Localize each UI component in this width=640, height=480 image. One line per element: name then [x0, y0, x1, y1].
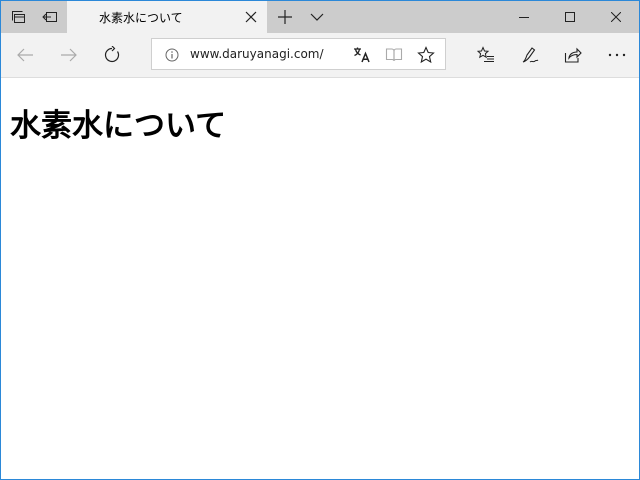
- tabs-aside-icon: [11, 9, 27, 25]
- tab-title: 水素水について: [99, 11, 183, 25]
- arrow-right-icon: [60, 47, 78, 63]
- maximize-icon: [565, 12, 575, 22]
- web-note-button[interactable]: [514, 39, 546, 71]
- set-aside-tabs-button[interactable]: [34, 1, 66, 33]
- refresh-icon: [103, 46, 121, 64]
- favorites-list-icon: [477, 46, 495, 64]
- more-button[interactable]: [601, 39, 633, 71]
- translate-button[interactable]: [350, 43, 374, 67]
- refresh-button[interactable]: [96, 39, 128, 71]
- page-content: 水素水について: [1, 78, 639, 479]
- page-heading: 水素水について: [10, 108, 227, 144]
- minimize-button[interactable]: [501, 1, 547, 33]
- ellipsis-icon: [608, 53, 626, 57]
- address-bar[interactable]: www.daruyanagi.com/: [151, 38, 446, 70]
- close-icon: [245, 11, 257, 23]
- reading-view-button[interactable]: [382, 43, 406, 67]
- navigation-bar: www.daruyanagi.com/: [1, 33, 639, 78]
- star-icon: [417, 46, 435, 64]
- book-icon: [385, 47, 403, 63]
- chevron-down-icon: [310, 12, 324, 22]
- address-url[interactable]: www.daruyanagi.com/: [190, 47, 324, 61]
- add-favorite-button[interactable]: [414, 43, 438, 67]
- title-bar: 水素水について: [1, 1, 639, 33]
- pen-icon: [521, 46, 539, 64]
- arrow-left-icon: [16, 47, 34, 63]
- set-aside-icon: [42, 9, 58, 25]
- window-close-button[interactable]: [593, 1, 639, 33]
- translate-icon: [353, 46, 371, 64]
- tab-close-button[interactable]: [241, 7, 261, 27]
- share-icon: [564, 46, 582, 64]
- info-icon: [165, 48, 179, 62]
- back-button[interactable]: [9, 39, 41, 71]
- forward-button[interactable]: [53, 39, 85, 71]
- plus-icon: [277, 9, 293, 25]
- maximize-button[interactable]: [547, 1, 593, 33]
- tab-active[interactable]: 水素水について: [67, 1, 267, 33]
- share-button[interactable]: [557, 39, 589, 71]
- site-info-button[interactable]: [164, 47, 180, 63]
- browser-window: 水素水について www.daruyanagi.com/ 水素水について: [0, 0, 640, 480]
- tab-preview-button[interactable]: [3, 1, 35, 33]
- minimize-icon: [519, 12, 529, 22]
- favorites-hub-button[interactable]: [470, 39, 502, 71]
- new-tab-button[interactable]: [269, 1, 301, 33]
- tab-list-button[interactable]: [301, 1, 333, 33]
- close-icon: [611, 12, 621, 22]
